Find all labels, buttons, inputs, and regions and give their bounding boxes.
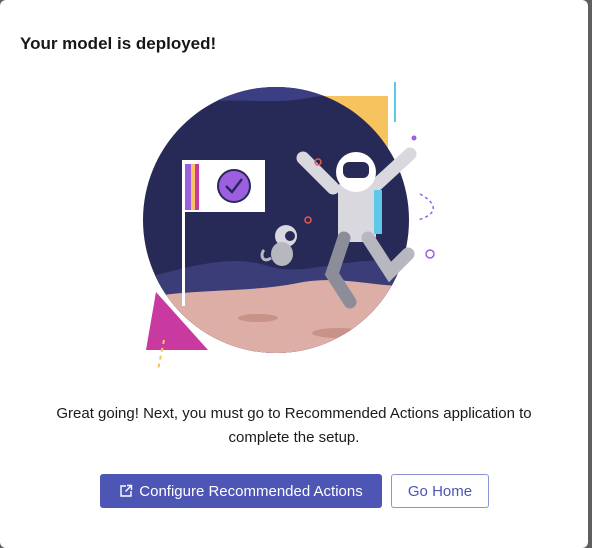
configure-recommended-actions-button[interactable]: Configure Recommended Actions <box>100 474 382 508</box>
dialog-message: Great going! Next, you must go to Recomm… <box>56 405 532 446</box>
external-link-icon <box>120 484 133 497</box>
flag-pole <box>182 160 185 306</box>
configure-button-label: Configure Recommended Actions <box>139 482 363 500</box>
dialog-title: Your model is deployed! <box>20 34 217 53</box>
deployment-success-dialog: Your model is deployed! Great going! Nex… <box>0 0 588 548</box>
go-home-button[interactable]: Go Home <box>391 474 489 508</box>
astronaut-celebration-illustration <box>143 82 435 370</box>
flag-check-icon <box>185 160 265 212</box>
